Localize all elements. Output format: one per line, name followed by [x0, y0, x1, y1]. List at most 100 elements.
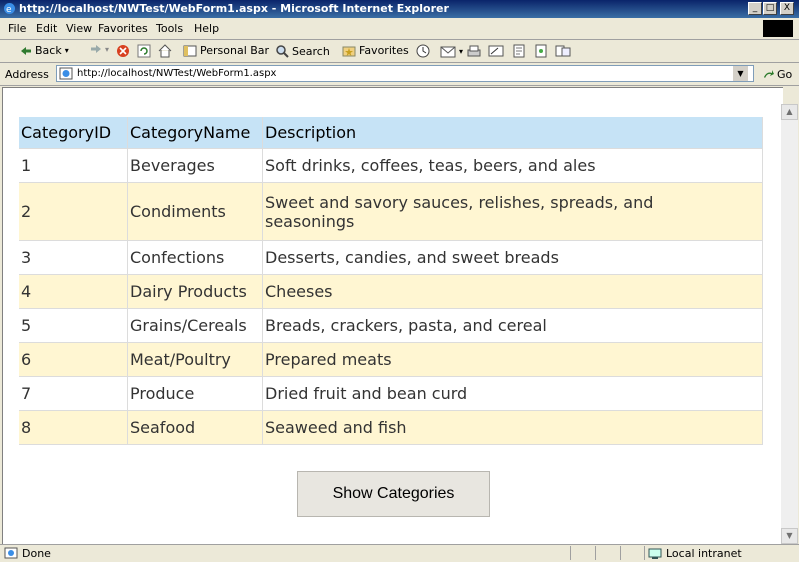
search-icon — [276, 45, 289, 58]
local-intranet-icon — [648, 548, 662, 559]
favorites-icon — [342, 46, 356, 56]
vertical-scrollbar[interactable]: ▲ ▼ — [781, 104, 798, 544]
cell-name: Confections — [127, 240, 263, 275]
address-label: Address — [5, 68, 49, 81]
menu-help[interactable]: Help — [194, 22, 219, 35]
cell-name: Beverages — [127, 148, 263, 183]
table-row: 2 Condiments Sweet and savory sauces, re… — [19, 182, 763, 241]
menu-view[interactable]: View — [66, 22, 92, 35]
cell-id: 1 — [19, 148, 128, 183]
stop-icon — [117, 45, 129, 57]
refresh-icon — [137, 44, 151, 58]
cell-name: Seafood — [127, 410, 263, 445]
messenger-button[interactable] — [534, 44, 548, 58]
discuss-button[interactable] — [512, 44, 526, 58]
table-row: 5 Grains/Cereals Breads, crackers, pasta… — [19, 308, 763, 343]
personal-bar-label: Personal Bar — [200, 44, 270, 57]
table-row: 1 Beverages Soft drinks, coffees, teas, … — [19, 148, 763, 183]
address-input[interactable]: http://localhost/NWTest/WebForm1.aspx — [56, 65, 754, 82]
cell-id: 5 — [19, 308, 128, 343]
address-text: http://localhost/NWTest/WebForm1.aspx — [77, 68, 277, 79]
status-pane — [570, 546, 571, 560]
cell-desc: Desserts, candies, and sweet breads — [262, 240, 763, 275]
scroll-up-icon[interactable]: ▲ — [781, 104, 798, 120]
personal-bar-icon — [183, 45, 197, 56]
show-categories-button[interactable]: Show Categories — [297, 471, 490, 517]
title-bar: e http://localhost/NWTest/WebForm1.aspx … — [0, 0, 799, 18]
cell-name: Grains/Cereals — [127, 308, 263, 343]
table-row: 6 Meat/Poultry Prepared meats — [19, 342, 763, 377]
mail-icon — [440, 46, 456, 58]
cell-id: 3 — [19, 240, 128, 275]
cell-id: 6 — [19, 342, 128, 377]
refresh-button[interactable] — [137, 44, 151, 58]
forward-arrow-icon — [91, 45, 101, 53]
favorites-label: Favorites — [359, 44, 409, 57]
cell-desc: Cheeses — [262, 274, 763, 309]
back-button[interactable]: Back ▾ — [20, 44, 69, 57]
close-button[interactable]: X — [780, 2, 794, 15]
back-arrow-icon — [21, 46, 31, 55]
search-button[interactable]: Search — [275, 44, 330, 58]
back-label: Back — [35, 44, 62, 57]
status-pane — [644, 546, 645, 560]
cell-desc: Prepared meats — [262, 342, 763, 377]
categories-grid: CategoryID CategoryName Description 1 Be… — [19, 117, 763, 445]
scroll-down-icon[interactable]: ▼ — [781, 528, 798, 544]
search-label: Search — [292, 44, 330, 58]
security-zone: Local intranet — [648, 547, 742, 560]
cell-desc: Breads, crackers, pasta, and cereal — [262, 308, 763, 343]
maximize-button[interactable]: □ — [763, 2, 777, 15]
address-dropdown-icon[interactable]: ▼ — [733, 66, 748, 81]
table-row: 7 Produce Dried fruit and bean curd — [19, 376, 763, 411]
status-bar: Done Local intranet — [0, 544, 799, 562]
svg-text:e: e — [6, 5, 12, 15]
status-pane — [595, 546, 596, 560]
forward-dropdown-icon: ▾ — [105, 44, 110, 54]
status-pane — [620, 546, 621, 560]
cell-desc: Dried fruit and bean curd — [262, 376, 763, 411]
edit-button[interactable] — [488, 44, 504, 58]
header-categoryid: CategoryID — [19, 117, 128, 149]
go-arrow-icon — [764, 69, 774, 78]
cell-id: 4 — [19, 274, 128, 309]
research-icon — [555, 45, 571, 57]
home-button[interactable] — [158, 44, 172, 58]
zone-label: Local intranet — [666, 547, 742, 560]
page-done-icon — [4, 547, 18, 559]
cell-id: 8 — [19, 410, 128, 445]
table-row: 4 Dairy Products Cheeses — [19, 274, 763, 309]
edit-icon — [488, 45, 504, 57]
print-button[interactable] — [466, 44, 482, 58]
header-description: Description — [262, 117, 763, 149]
address-bar: Address http://localhost/NWTest/WebForm1… — [0, 63, 799, 86]
back-dropdown-icon: ▾ — [64, 46, 69, 55]
menu-file[interactable]: File — [8, 22, 26, 35]
cell-name: Condiments — [127, 182, 263, 241]
windows-logo-icon — [763, 20, 793, 37]
cell-id: 2 — [19, 182, 128, 241]
menu-favorites[interactable]: Favorites — [98, 22, 148, 35]
menu-tools[interactable]: Tools — [156, 22, 183, 35]
minimize-button[interactable]: _ — [748, 2, 762, 15]
mail-button[interactable]: ▾ — [440, 44, 463, 58]
toolbar: Back ▾ ▾ Personal Bar Search Favorites ▾ — [0, 40, 799, 63]
favorites-button[interactable]: Favorites — [342, 44, 409, 57]
ie-icon: e — [4, 3, 15, 15]
go-label: Go — [777, 68, 793, 81]
personal-bar-button[interactable]: Personal Bar — [183, 44, 269, 57]
cell-name: Meat/Poultry — [127, 342, 263, 377]
cell-name: Dairy Products — [127, 274, 263, 309]
go-button[interactable]: Go — [763, 68, 792, 81]
stop-button[interactable] — [116, 44, 130, 58]
menu-edit[interactable]: Edit — [36, 22, 57, 35]
history-button[interactable] — [415, 44, 431, 58]
forward-button[interactable]: ▾ — [90, 44, 109, 54]
research-button[interactable] — [555, 44, 571, 58]
print-icon — [467, 45, 481, 57]
menu-bar: File Edit View Favorites Tools Help — [0, 18, 799, 40]
window-title: http://localhost/NWTest/WebForm1.aspx - … — [19, 2, 449, 15]
cell-desc: Sweet and savory sauces, relishes, sprea… — [262, 182, 763, 241]
grid-header-row: CategoryID CategoryName Description — [19, 117, 763, 149]
cell-id: 7 — [19, 376, 128, 411]
